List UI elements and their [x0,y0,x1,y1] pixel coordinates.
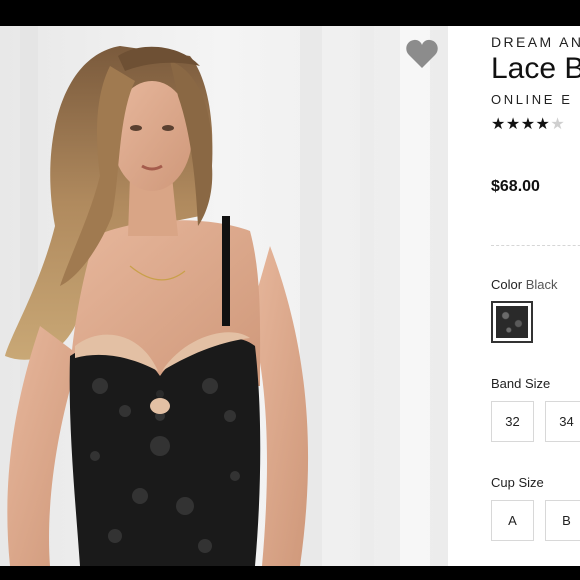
star-icon: ★ [520,116,536,133]
band-size-label: Band Size [491,376,551,391]
band-size-34-button[interactable]: 34 [545,401,580,442]
cup-size-label: Cup Size [491,475,544,490]
swatch-pattern [496,306,528,338]
color-swatch-black[interactable] [491,301,533,343]
star-icon: ★ [535,116,551,133]
product-photo-illustration [0,26,448,566]
favorite-heart-icon[interactable] [405,38,439,70]
band-size-32-button[interactable]: 32 [491,401,534,442]
heart-icon [406,39,438,68]
product-page: DREAM AN Lace B ONLINE E ★★★★★ $68.00 Co… [0,26,580,566]
product-price: $68.00 [491,178,540,195]
online-exclusive-label: ONLINE E [491,92,573,107]
product-photo [0,26,448,566]
star-icon: ★ [491,116,506,133]
star-rating[interactable]: ★★★★★ [491,114,565,134]
color-label: Color Black [491,277,558,292]
star-icon: ★ [505,116,521,133]
product-name: Lace B [491,52,580,85]
cup-size-a-button[interactable]: A [491,500,534,541]
product-details: DREAM AN Lace B ONLINE E ★★★★★ $68.00 Co… [448,26,580,566]
star-empty-icon: ★ [550,116,566,133]
color-label-text: Color [491,277,523,292]
product-brand: DREAM AN [491,34,580,50]
divider [491,245,580,246]
color-value: Black [525,277,558,292]
cup-size-b-button[interactable]: B [545,500,580,541]
